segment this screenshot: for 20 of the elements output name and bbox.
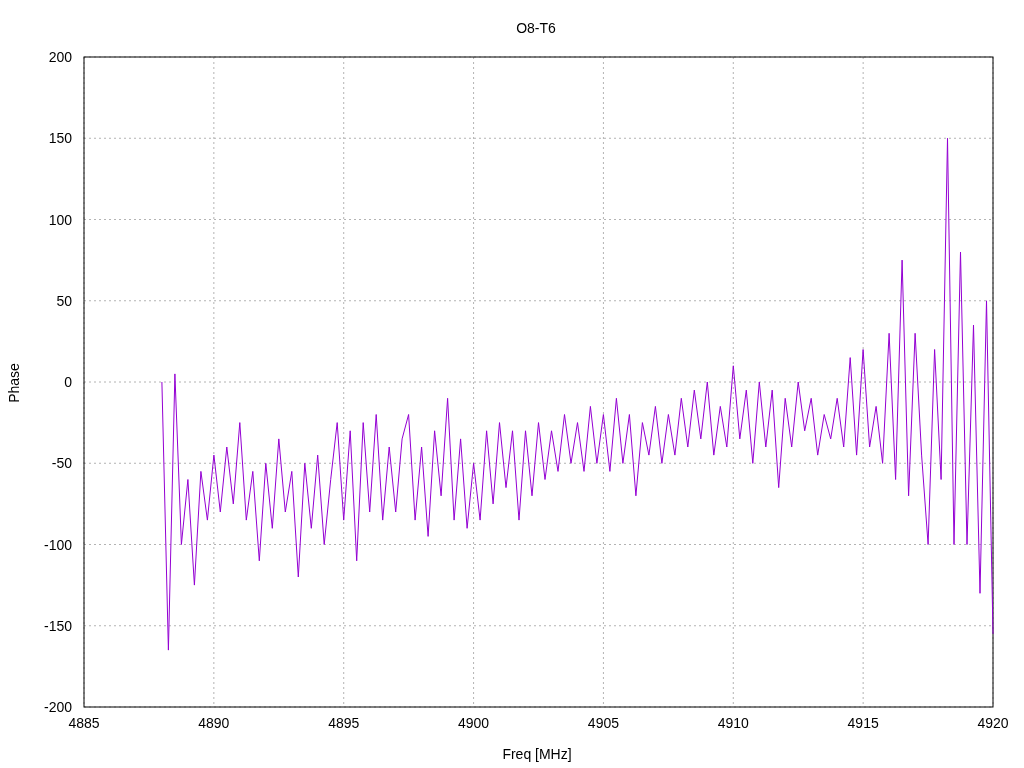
- y-tick-label: 0: [64, 374, 72, 390]
- y-tick-label: 50: [56, 292, 72, 309]
- y-tick-label: -150: [43, 617, 72, 634]
- y-tick-label: -100: [43, 536, 72, 553]
- y-tick-label: -50: [51, 455, 72, 472]
- x-tick-label: 4885: [68, 715, 100, 731]
- x-tick-label: 4895: [328, 715, 360, 731]
- x-tick-label: 4910: [717, 715, 749, 731]
- y-tick-label: 200: [48, 49, 72, 65]
- x-tick-label: 4915: [847, 715, 879, 731]
- y-tick-label: 150: [48, 130, 72, 147]
- y-tick-label: 100: [48, 211, 72, 228]
- x-tick-label: 4920: [977, 715, 1009, 731]
- y-axis-label: Phase: [6, 363, 22, 403]
- x-tick-label: 4900: [458, 715, 490, 731]
- x-tick-label: 4905: [587, 715, 619, 731]
- x-axis-label: Freq [MHz]: [502, 746, 572, 762]
- y-tick-label: -200: [43, 699, 72, 715]
- chart-title: O8-T6: [516, 20, 556, 36]
- x-tick-label: 4890: [198, 715, 230, 731]
